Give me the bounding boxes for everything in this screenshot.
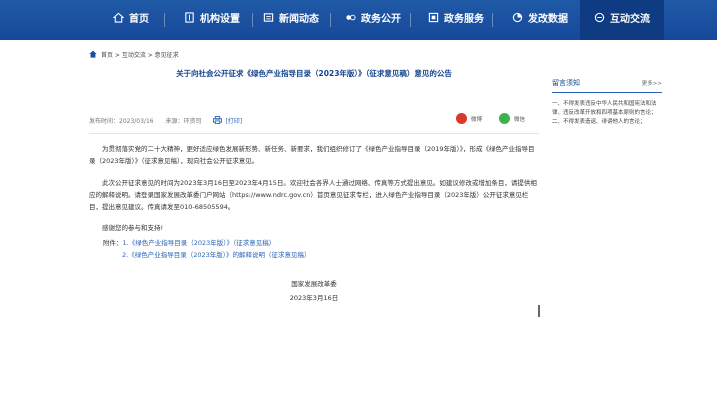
divider	[89, 133, 539, 134]
sign-date: 2023年3月16日	[289, 294, 339, 302]
nav-news[interactable]: 新闻动态	[263, 0, 319, 40]
paragraph-3: 感谢您的参与和支持!	[102, 224, 164, 232]
nav-interaction[interactable]: 互动交流	[580, 0, 664, 40]
breadcrumb: 首页 > 互动交流 > 意见征求	[89, 50, 179, 59]
sidebar-title: 留言须知	[552, 79, 580, 87]
home-icon	[89, 50, 97, 58]
sidebar-header: 留言须知 更多>>	[552, 78, 662, 93]
sidebar-more-link[interactable]: 更多>>	[642, 79, 662, 87]
wechat-icon	[499, 113, 510, 124]
breadcrumb-text[interactable]: 首页 > 互动交流 > 意见征求	[101, 52, 179, 59]
nav-divider	[410, 13, 411, 27]
nav-interaction-label: 互动交流	[610, 14, 650, 25]
article-title: 关于向社会公开征求《绿色产业指导目录（2023年版）》（征求意见稿）意见的公告	[176, 69, 452, 78]
nav-organization-label: 机构设置	[200, 14, 240, 25]
nav-data[interactable]: 发改数据	[512, 0, 568, 40]
nav-divider	[252, 13, 253, 27]
government-icon	[346, 14, 356, 21]
sidebar-notice-text: 一、不得发表违反中华人民共和国宪法和法律、违反改革开放和四项基本原则的言论；二、…	[552, 101, 657, 125]
weibo-icon	[456, 113, 467, 124]
nav-services-label: 政务服务	[444, 14, 484, 25]
nav-news-label: 新闻动态	[279, 14, 319, 25]
publish-date: 发布时间：2023/03/16	[89, 118, 154, 125]
nav-home-label: 首页	[129, 14, 149, 25]
text-cursor	[538, 305, 540, 317]
nav-gov-affairs[interactable]: 政务公开	[345, 0, 401, 40]
nav-data-label: 发改数据	[528, 14, 568, 25]
home-icon	[113, 12, 124, 23]
article-meta: 发布时间：2023/03/16 来源：环资司 [打印]	[89, 116, 262, 125]
share-weibo-label: 微博	[471, 117, 483, 123]
signer: 国家发展改革委	[291, 280, 337, 288]
attachment-list: 附件：1.《绿色产业指导目录（2023年版）》（征求意见稿）	[103, 237, 275, 249]
share-wechat-label: 微信	[514, 117, 526, 123]
nav-divider	[330, 13, 331, 27]
paragraph-1: 为贯彻落实党的二十大精神，更好适应绿色发展新形势、新任务、新要求，我们组织修订了…	[89, 145, 535, 165]
print-label: [打印]	[225, 118, 243, 125]
share-weibo-button[interactable]: 微博	[456, 113, 482, 124]
paragraph-2: 此次公开征求意见的时间为2023年3月16日至2023年4月15日。欢迎社会各界…	[89, 179, 537, 211]
nav-home[interactable]: 首页	[113, 0, 149, 40]
service-icon	[428, 12, 439, 23]
data-icon	[512, 12, 523, 23]
attachment-link-2[interactable]: 2.《绿色产业指导目录（2023年版）》的解释说明（征求意见稿）	[122, 251, 311, 259]
nav-organization[interactable]: 机构设置	[184, 0, 240, 40]
attachment-item-2: 2.《绿色产业指导目录（2023年版）》的解释说明（征求意见稿）	[122, 249, 311, 261]
print-button[interactable]: [打印]	[213, 116, 252, 125]
nav-gov-affairs-label: 政务公开	[361, 14, 401, 25]
nav-services[interactable]: 政务服务	[428, 0, 484, 40]
share-wechat-button[interactable]: 微信	[499, 113, 525, 124]
building-icon	[185, 12, 194, 23]
nav-divider	[164, 13, 165, 27]
nav-divider	[492, 13, 493, 27]
top-navigation: 首页 机构设置 新闻动态 政务公开 政务服务 发改数据 互动交流	[0, 0, 717, 40]
news-icon	[263, 13, 274, 22]
chat-icon	[594, 12, 605, 23]
article-source: 来源：环资司	[165, 118, 202, 125]
attachment-label: 附件：	[103, 239, 123, 247]
printer-icon	[213, 116, 223, 124]
attachment-link-1[interactable]: 1.《绿色产业指导目录（2023年版）》（征求意见稿）	[123, 239, 276, 247]
